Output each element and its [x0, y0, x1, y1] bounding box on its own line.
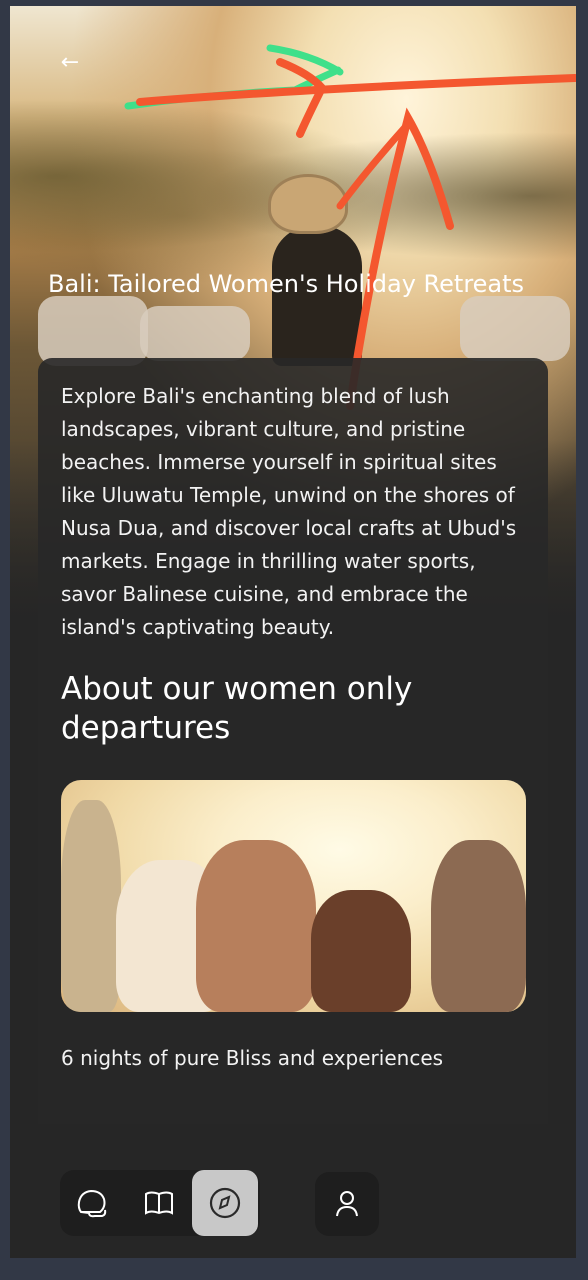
bottom-nav	[60, 1170, 260, 1236]
nav-map[interactable]	[126, 1170, 192, 1236]
nav-explore[interactable]	[192, 1170, 258, 1236]
sun-hat	[268, 174, 348, 234]
page-title: Bali: Tailored Women's Holiday Retreats	[48, 270, 525, 298]
section-heading: About our women only departures	[61, 671, 413, 746]
back-button[interactable]: ←	[54, 46, 86, 78]
app-screen: ← Bali: Tailored Women's Holiday Retreat…	[10, 6, 576, 1258]
user-icon	[336, 1191, 358, 1217]
nav-chat[interactable]	[60, 1170, 126, 1236]
map-book-icon	[145, 1191, 173, 1215]
group-photo	[61, 780, 526, 1012]
trip-caption: 6 nights of pure Bliss and experiences	[61, 1046, 444, 1070]
chat-bubbles-icon	[77, 1189, 107, 1218]
destination-description: Explore Bali's enchanting blend of lush …	[61, 384, 517, 639]
nav-profile[interactable]	[315, 1172, 379, 1236]
arrow-left-icon: ←	[60, 49, 80, 75]
compass-icon	[209, 1187, 241, 1219]
content-card: Explore Bali's enchanting blend of lush …	[38, 358, 548, 1124]
